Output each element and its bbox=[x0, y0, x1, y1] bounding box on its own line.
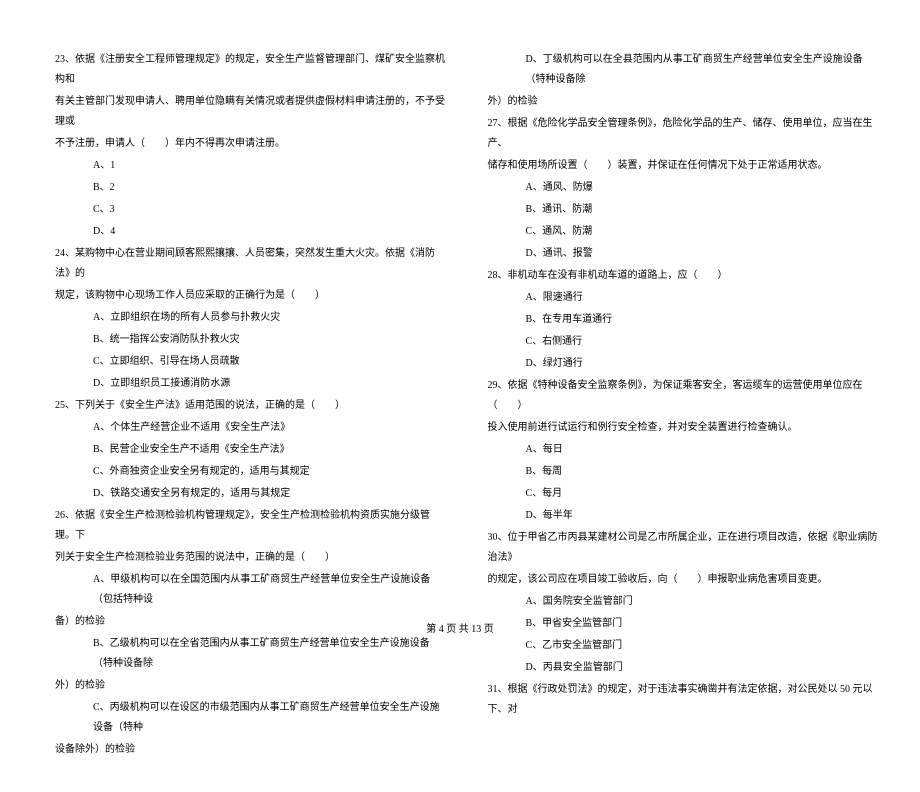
right-column: D、丁级机构可以在全县范围内从事工矿商贸生产经营单位安全生产设施设备（特种设备除… bbox=[488, 50, 881, 762]
q26-line2: 列关于安全生产检测检验业务范围的说法中，正确的是（ ） bbox=[55, 548, 448, 568]
q24-optB: B、统一指挥公安消防队扑救火灾 bbox=[55, 330, 448, 350]
q30-line1: 30、位于甲省乙市丙县某建材公司是乙市所属企业，正在进行项目改造，依据《职业病防… bbox=[488, 528, 881, 568]
q27-optD: D、通讯、报警 bbox=[488, 244, 881, 264]
q28-optA: A、限速通行 bbox=[488, 288, 881, 308]
q28-optB: B、在专用车道通行 bbox=[488, 310, 881, 330]
q25-optD: D、铁路交通安全另有规定的，适用与其规定 bbox=[55, 484, 448, 504]
q28-optC: C、右侧通行 bbox=[488, 332, 881, 352]
q26-optD: D、丁级机构可以在全县范围内从事工矿商贸生产经营单位安全生产设施设备（特种设备除 bbox=[488, 50, 881, 90]
q26-line1: 26、依据《安全生产检测检验机构管理规定》，安全生产检测检验机构资质实施分级管理… bbox=[55, 506, 448, 546]
q25-optC: C、外商独资企业安全另有规定的，适用与其规定 bbox=[55, 462, 448, 482]
q25-line1: 25、下列关于《安全生产法》适用范围的说法，正确的是（ ） bbox=[55, 396, 448, 416]
q23-line3: 不予注册，申请人（ ）年内不得再次申请注册。 bbox=[55, 134, 448, 154]
q30-line2: 的规定，该公司应在项目竣工验收后，向（ ）申报职业病危害项目变更。 bbox=[488, 570, 881, 590]
q23-optD: D、4 bbox=[55, 222, 448, 242]
q30-optC: C、乙市安全监管部门 bbox=[488, 636, 881, 656]
q24-optD: D、立即组织员工接通消防水源 bbox=[55, 374, 448, 394]
q27-line1: 27、根据《危险化学品安全管理条例》，危险化学品的生产、储存、使用单位，应当在生… bbox=[488, 114, 881, 154]
q29-line2: 投入使用前进行试运行和例行安全检查，并对安全装置进行检查确认。 bbox=[488, 418, 881, 438]
q30-optD: D、丙县安全监管部门 bbox=[488, 658, 881, 678]
q23-line2: 有关主管部门发现申请人、聘用单位隐瞒有关情况或者提供虚假材料申请注册的，不予受理… bbox=[55, 92, 448, 132]
q26-optC2: 设备除外）的检验 bbox=[55, 740, 448, 760]
q26-optD2: 外）的检验 bbox=[488, 92, 881, 112]
q27-line2: 储存和使用场所设置（ ）装置，并保证在任何情况下处于正常适用状态。 bbox=[488, 156, 881, 176]
q28-line1: 28、非机动车在没有非机动车道的道路上，应（ ） bbox=[488, 266, 881, 286]
q23-optC: C、3 bbox=[55, 200, 448, 220]
page-container: 23、依据《注册安全工程师管理规定》的规定，安全生产监督管理部门、煤矿安全监察机… bbox=[0, 0, 920, 792]
q23-optA: A、1 bbox=[55, 156, 448, 176]
q24-line2: 规定，该购物中心现场工作人员应采取的正确行为是（ ） bbox=[55, 286, 448, 306]
q26-optA: A、甲级机构可以在全国范围内从事工矿商贸生产经营单位安全生产设施设备（包括特种设 bbox=[55, 570, 448, 610]
q23-optB: B、2 bbox=[55, 178, 448, 198]
left-column: 23、依据《注册安全工程师管理规定》的规定，安全生产监督管理部门、煤矿安全监察机… bbox=[55, 50, 448, 762]
q24-optA: A、立即组织在场的所有人员参与扑救火灾 bbox=[55, 308, 448, 328]
q29-line1: 29、依据《特种设备安全监察条例》，为保证乘客安全，客运缆车的运营使用单位应在（… bbox=[488, 376, 881, 416]
q26-optB: B、乙级机构可以在全省范围内从事工矿商贸生产经营单位安全生产设施设备（特种设备除 bbox=[55, 634, 448, 674]
q25-optB: B、民营企业安全生产不适用《安全生产法》 bbox=[55, 440, 448, 460]
q29-optB: B、每周 bbox=[488, 462, 881, 482]
q24-line1: 24、某购物中心在营业期间顾客熙熙攘攘、人员密集，突然发生重大火灾。依据《消防法… bbox=[55, 244, 448, 284]
q27-optA: A、通风、防爆 bbox=[488, 178, 881, 198]
q27-optC: C、通风、防潮 bbox=[488, 222, 881, 242]
q24-optC: C、立即组织、引导在场人员疏散 bbox=[55, 352, 448, 372]
page-footer: 第 4 页 共 13 页 bbox=[0, 620, 920, 635]
q27-optB: B、通讯、防潮 bbox=[488, 200, 881, 220]
q29-optD: D、每半年 bbox=[488, 506, 881, 526]
q26-optB2: 外）的检验 bbox=[55, 676, 448, 696]
q29-optA: A、每日 bbox=[488, 440, 881, 460]
q29-optC: C、每月 bbox=[488, 484, 881, 504]
q30-optA: A、国务院安全监管部门 bbox=[488, 592, 881, 612]
q23-line1: 23、依据《注册安全工程师管理规定》的规定，安全生产监督管理部门、煤矿安全监察机… bbox=[55, 50, 448, 90]
q25-optA: A、个体生产经营企业不适用《安全生产法》 bbox=[55, 418, 448, 438]
q26-optC: C、丙级机构可以在设区的市级范围内从事工矿商贸生产经营单位安全生产设施设备（特种 bbox=[55, 698, 448, 738]
q31-line1: 31、根据《行政处罚法》的规定，对于违法事实确凿并有法定依据，对公民处以 50 … bbox=[488, 680, 881, 720]
q28-optD: D、绿灯通行 bbox=[488, 354, 881, 374]
